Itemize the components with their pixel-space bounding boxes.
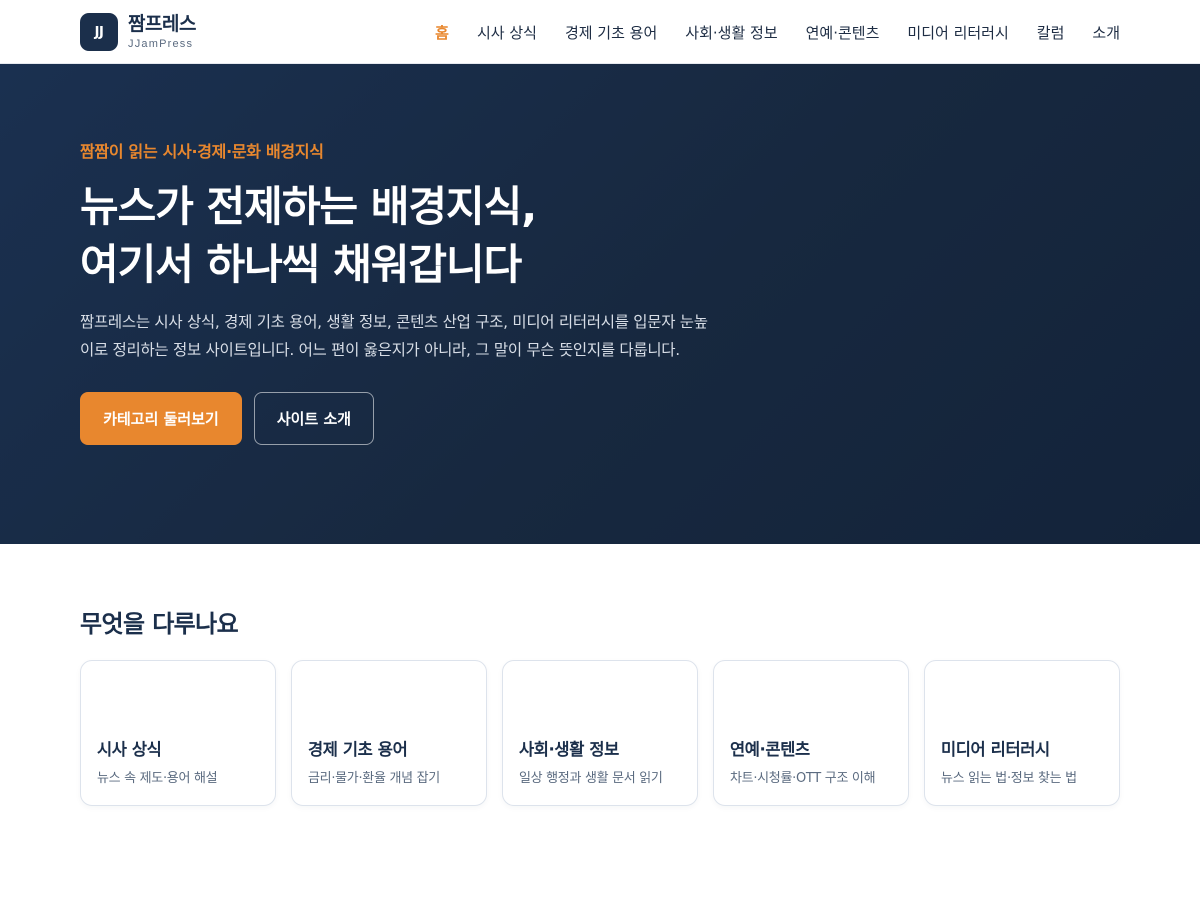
topic-card-title: 경제 기초 용어 [308,740,408,759]
hero-title-line-1: 뉴스가 전제하는 배경지식, [80,182,537,231]
nav-item-economy-terms[interactable]: 경제 기초 용어 [565,22,657,43]
topic-card-media-literacy[interactable]: 미디어 리터러시 뉴스 읽는 법·정보 찾는 법 [924,660,1120,806]
topic-card-desc: 뉴스 속 제도·용어 해설 [97,771,218,786]
hero-actions: 카테고리 둘러보기 사이트 소개 [80,392,740,445]
brand-text: 짬프레스 JJamPress [128,12,196,50]
hero-section: 짬짬이 읽는 시사·경제·문화 배경지식 뉴스가 전제하는 배경지식, 여기서 … [0,64,1200,544]
nav-item-home[interactable]: 홈 [435,22,449,43]
hero-eyebrow: 짬짬이 읽는 시사·경제·문화 배경지식 [80,142,324,161]
topic-card-desc: 일상 행정과 생활 문서 읽기 [519,771,663,786]
nav-item-media-literacy[interactable]: 미디어 리터러시 [907,22,1008,43]
brand-name: 짬프레스 [128,12,196,35]
topic-card-society-life[interactable]: 사회·생활 정보 일상 행정과 생활 문서 읽기 [502,660,698,806]
nav-item-entertainment[interactable]: 연예·콘텐츠 [806,22,880,43]
topic-card-economy-terms[interactable]: 경제 기초 용어 금리·물가·환율 개념 잡기 [291,660,487,806]
topic-cards: 시사 상식 뉴스 속 제도·용어 해설 경제 기초 용어 금리·물가·환율 개념… [80,660,1120,806]
site-header: JJ 짬프레스 JJamPress 홈 시사 상식 경제 기초 용어 사회·생활… [0,0,1200,64]
hero-title-line-2: 여기서 하나씩 채워갑니다 [80,240,522,289]
topic-card-desc: 차트·시청률·OTT 구조 이해 [730,771,876,786]
topic-card-desc: 금리·물가·환율 개념 잡기 [308,771,440,786]
topic-card-title: 사회·생활 정보 [519,740,619,759]
header-inner: JJ 짬프레스 JJamPress 홈 시사 상식 경제 기초 용어 사회·생활… [80,0,1120,64]
topic-card-desc: 뉴스 읽는 법·정보 찾는 법 [941,771,1077,786]
nav-item-society-life[interactable]: 사회·생활 정보 [685,22,777,43]
topic-card-current-affairs[interactable]: 시사 상식 뉴스 속 제도·용어 해설 [80,660,276,806]
browse-categories-button[interactable]: 카테고리 둘러보기 [80,392,242,445]
hero-title: 뉴스가 전제하는 배경지식, 여기서 하나씩 채워갑니다 [80,178,740,294]
brand-logo-link[interactable]: JJ 짬프레스 JJamPress [80,13,196,51]
main-nav: 홈 시사 상식 경제 기초 용어 사회·생활 정보 연예·콘텐츠 미디어 리터러… [435,22,1120,43]
topic-card-entertainment[interactable]: 연예·콘텐츠 차트·시청률·OTT 구조 이해 [713,660,909,806]
logo-mark: JJ [80,13,118,51]
topic-card-title: 연예·콘텐츠 [730,740,810,759]
nav-item-current-affairs[interactable]: 시사 상식 [477,22,537,43]
topic-card-title: 미디어 리터러시 [941,740,1050,759]
about-site-button[interactable]: 사이트 소개 [254,392,374,445]
hero-description: 짬프레스는 시사 상식, 경제 기초 용어, 생활 정보, 콘텐츠 산업 구조,… [80,313,708,359]
nav-item-column[interactable]: 칼럼 [1037,22,1065,43]
topic-card-title: 시사 상식 [97,740,162,759]
topics-heading: 무엇을 다루나요 [80,610,239,638]
hero-content: 짬짬이 읽는 시사·경제·문화 배경지식 뉴스가 전제하는 배경지식, 여기서 … [80,138,740,445]
nav-item-about[interactable]: 소개 [1092,22,1120,43]
brand-subtitle: JJamPress [128,37,194,50]
topics-section: 무엇을 다루나요 시사 상식 뉴스 속 제도·용어 해설 경제 기초 용어 금리… [0,544,1200,899]
